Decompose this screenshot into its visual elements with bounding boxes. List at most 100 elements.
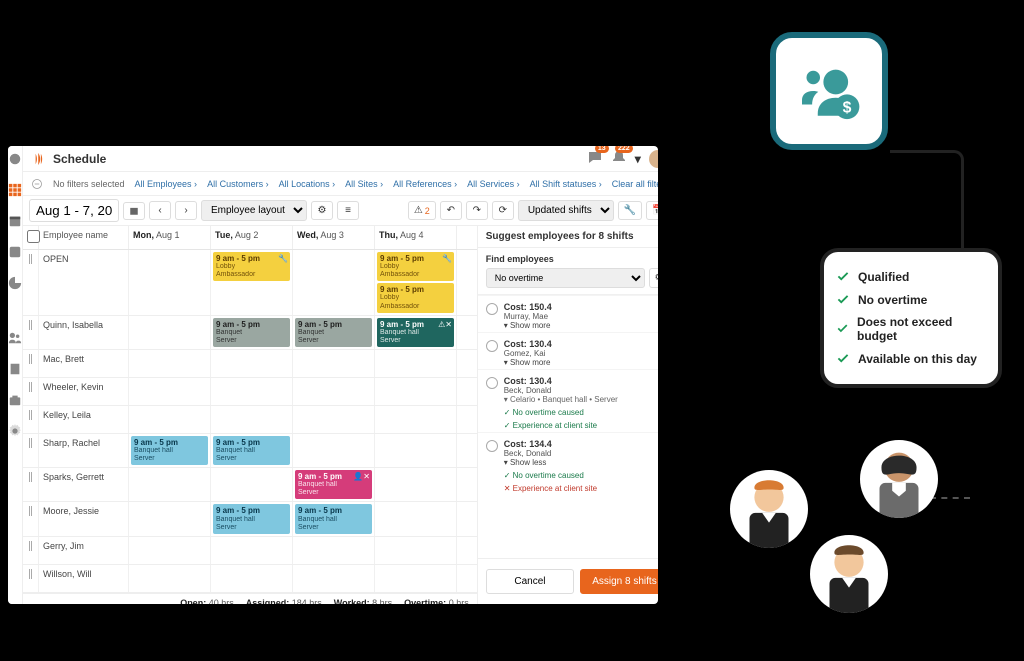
undo-button[interactable]: ↶ xyxy=(440,201,462,220)
shift-block[interactable]: 9 am - 5 pmLobbyAmbassador🔧 xyxy=(377,252,454,281)
candidate-radio[interactable] xyxy=(486,377,498,389)
bell-icon[interactable]: 222 xyxy=(611,149,627,168)
grid-cell[interactable] xyxy=(129,350,211,377)
grid-cell[interactable]: 9 am - 5 pmBanquetServer xyxy=(293,316,375,349)
candidate-radio[interactable] xyxy=(486,303,498,315)
filter-sites[interactable]: All Sites › xyxy=(345,179,383,189)
nav-gear-icon[interactable] xyxy=(8,424,22,441)
row-handle[interactable] xyxy=(23,406,39,433)
row-handle[interactable] xyxy=(23,565,39,592)
grid-cell[interactable] xyxy=(293,565,375,592)
row-handle[interactable] xyxy=(23,250,39,315)
grid-cell[interactable] xyxy=(211,565,293,592)
gear-button[interactable]: ⚙ xyxy=(311,201,333,220)
nav-calendar-icon[interactable] xyxy=(8,214,22,231)
grid-cell[interactable]: 9 am - 5 pmBanquet hallServer xyxy=(211,502,293,535)
grid-cell[interactable] xyxy=(211,406,293,433)
grid-cell[interactable] xyxy=(375,502,457,535)
grid-cell[interactable] xyxy=(293,406,375,433)
grid-cell[interactable] xyxy=(293,434,375,467)
shift-block[interactable]: 9 am - 5 pmBanquet hallServer⚠✕ xyxy=(377,318,454,347)
candidate-radio[interactable] xyxy=(486,340,498,352)
show-more-toggle[interactable]: ▾ Show more xyxy=(504,321,658,330)
assign-button[interactable]: Assign 8 shifts xyxy=(580,569,658,594)
candidate-radio[interactable] xyxy=(486,440,498,452)
grid-cell[interactable] xyxy=(293,350,375,377)
row-handle[interactable] xyxy=(23,350,39,377)
grid-cell[interactable] xyxy=(211,350,293,377)
clear-filters-link[interactable]: Clear all filters xyxy=(612,179,658,189)
candidate-row[interactable]: Cost: 134.4Beck, Donald▾ Show less xyxy=(478,432,658,469)
grid-cell[interactable]: 9 am - 5 pmBanquet hallServer👤✕ xyxy=(293,468,375,501)
wrench-button[interactable]: 🔧 xyxy=(618,201,642,220)
candidate-row[interactable]: Cost: 130.4Gomez, Kai▾ Show more xyxy=(478,332,658,369)
nav-check-icon[interactable] xyxy=(8,245,22,262)
show-more-toggle[interactable]: ▾ Show less xyxy=(504,458,658,467)
row-handle[interactable] xyxy=(23,434,39,467)
shift-block[interactable]: 9 am - 5 pmLobbyAmbassador xyxy=(377,283,454,312)
chevron-down-icon[interactable]: ▾ xyxy=(635,152,641,166)
publish-button[interactable]: 📅 xyxy=(646,201,658,220)
grid-cell[interactable] xyxy=(293,250,375,315)
chat-icon[interactable]: 13 xyxy=(587,149,603,168)
filter-statuses[interactable]: All Shift statuses › xyxy=(530,179,602,189)
shift-block[interactable]: 9 am - 5 pmBanquet hallServer xyxy=(131,436,208,465)
shift-block[interactable]: 9 am - 5 pmBanquet hallServer xyxy=(295,504,372,533)
grid-cell[interactable]: 9 am - 5 pmBanquet hallServer xyxy=(293,502,375,535)
next-button[interactable]: › xyxy=(175,201,197,220)
grid-cell[interactable] xyxy=(129,406,211,433)
row-handle[interactable] xyxy=(23,378,39,405)
grid-cell[interactable] xyxy=(211,468,293,501)
grid-cell[interactable] xyxy=(211,537,293,564)
row-handle[interactable] xyxy=(23,537,39,564)
grid-cell[interactable] xyxy=(129,250,211,315)
grid-cell[interactable]: 9 am - 5 pmLobbyAmbassador🔧 xyxy=(211,250,293,315)
grid-cell[interactable] xyxy=(129,468,211,501)
grid-cell[interactable] xyxy=(293,537,375,564)
shift-block[interactable]: 9 am - 5 pmBanquetServer xyxy=(295,318,372,347)
filter-customers[interactable]: All Customers › xyxy=(207,179,269,189)
row-handle[interactable] xyxy=(23,502,39,535)
grid-cell[interactable]: 9 am - 5 pmBanquet hallServer xyxy=(129,434,211,467)
calendar-button[interactable] xyxy=(123,202,145,220)
nav-briefcase-icon[interactable] xyxy=(8,393,22,410)
show-more-toggle[interactable]: ▾ Show more xyxy=(504,358,658,367)
shift-block[interactable]: 9 am - 5 pmBanquet hallServer xyxy=(213,504,290,533)
find-gear-button[interactable]: ⚙ xyxy=(649,268,658,288)
overtime-select[interactable]: No overtime xyxy=(486,268,645,288)
grid-cell[interactable] xyxy=(375,378,457,405)
grid-cell[interactable] xyxy=(129,316,211,349)
grid-cell[interactable] xyxy=(129,565,211,592)
candidate-row[interactable]: Cost: 130.4Beck, Donald▾ Celario • Banqu… xyxy=(478,369,658,406)
layout-select[interactable]: Employee layout xyxy=(201,200,307,221)
grid-cell[interactable] xyxy=(375,468,457,501)
grid-cell[interactable] xyxy=(129,502,211,535)
shift-block[interactable]: 9 am - 5 pmLobbyAmbassador🔧 xyxy=(213,252,290,281)
grid-cell[interactable] xyxy=(129,378,211,405)
row-handle[interactable] xyxy=(23,468,39,501)
grid-cell[interactable] xyxy=(375,350,457,377)
filter-services[interactable]: All Services › xyxy=(467,179,520,189)
redo-button[interactable]: ↷ xyxy=(466,201,488,220)
warning-button[interactable]: ⚠2 xyxy=(408,201,436,220)
grid-cell[interactable]: 9 am - 5 pmBanquet hallServer⚠✕ xyxy=(375,316,457,349)
shift-block[interactable]: 9 am - 5 pmBanquet hallServer👤✕ xyxy=(295,470,372,499)
refresh-button[interactable]: ⟳ xyxy=(492,201,514,220)
shift-block[interactable]: 9 am - 5 pmBanquet hallServer xyxy=(213,436,290,465)
grid-cell[interactable] xyxy=(129,537,211,564)
filter-references[interactable]: All References › xyxy=(393,179,457,189)
grid-cell[interactable] xyxy=(375,434,457,467)
row-handle[interactable] xyxy=(23,316,39,349)
filter-locations[interactable]: All Locations › xyxy=(279,179,336,189)
sliders-button[interactable]: ≡ xyxy=(337,201,359,220)
nav-chart-icon[interactable] xyxy=(8,276,22,293)
nav-grid-icon[interactable] xyxy=(8,183,22,200)
cancel-button[interactable]: Cancel xyxy=(486,569,575,594)
grid-cell[interactable]: 9 am - 5 pmBanquetServer xyxy=(211,316,293,349)
grid-cell[interactable]: 9 am - 5 pmBanquet hallServer xyxy=(211,434,293,467)
shift-block[interactable]: 9 am - 5 pmBanquetServer xyxy=(213,318,290,347)
nav-building-icon[interactable] xyxy=(8,362,22,379)
prev-button[interactable]: ‹ xyxy=(149,201,171,220)
grid-cell[interactable]: 9 am - 5 pmLobbyAmbassador🔧9 am - 5 pmLo… xyxy=(375,250,457,315)
filter-employees[interactable]: All Employees › xyxy=(135,179,198,189)
